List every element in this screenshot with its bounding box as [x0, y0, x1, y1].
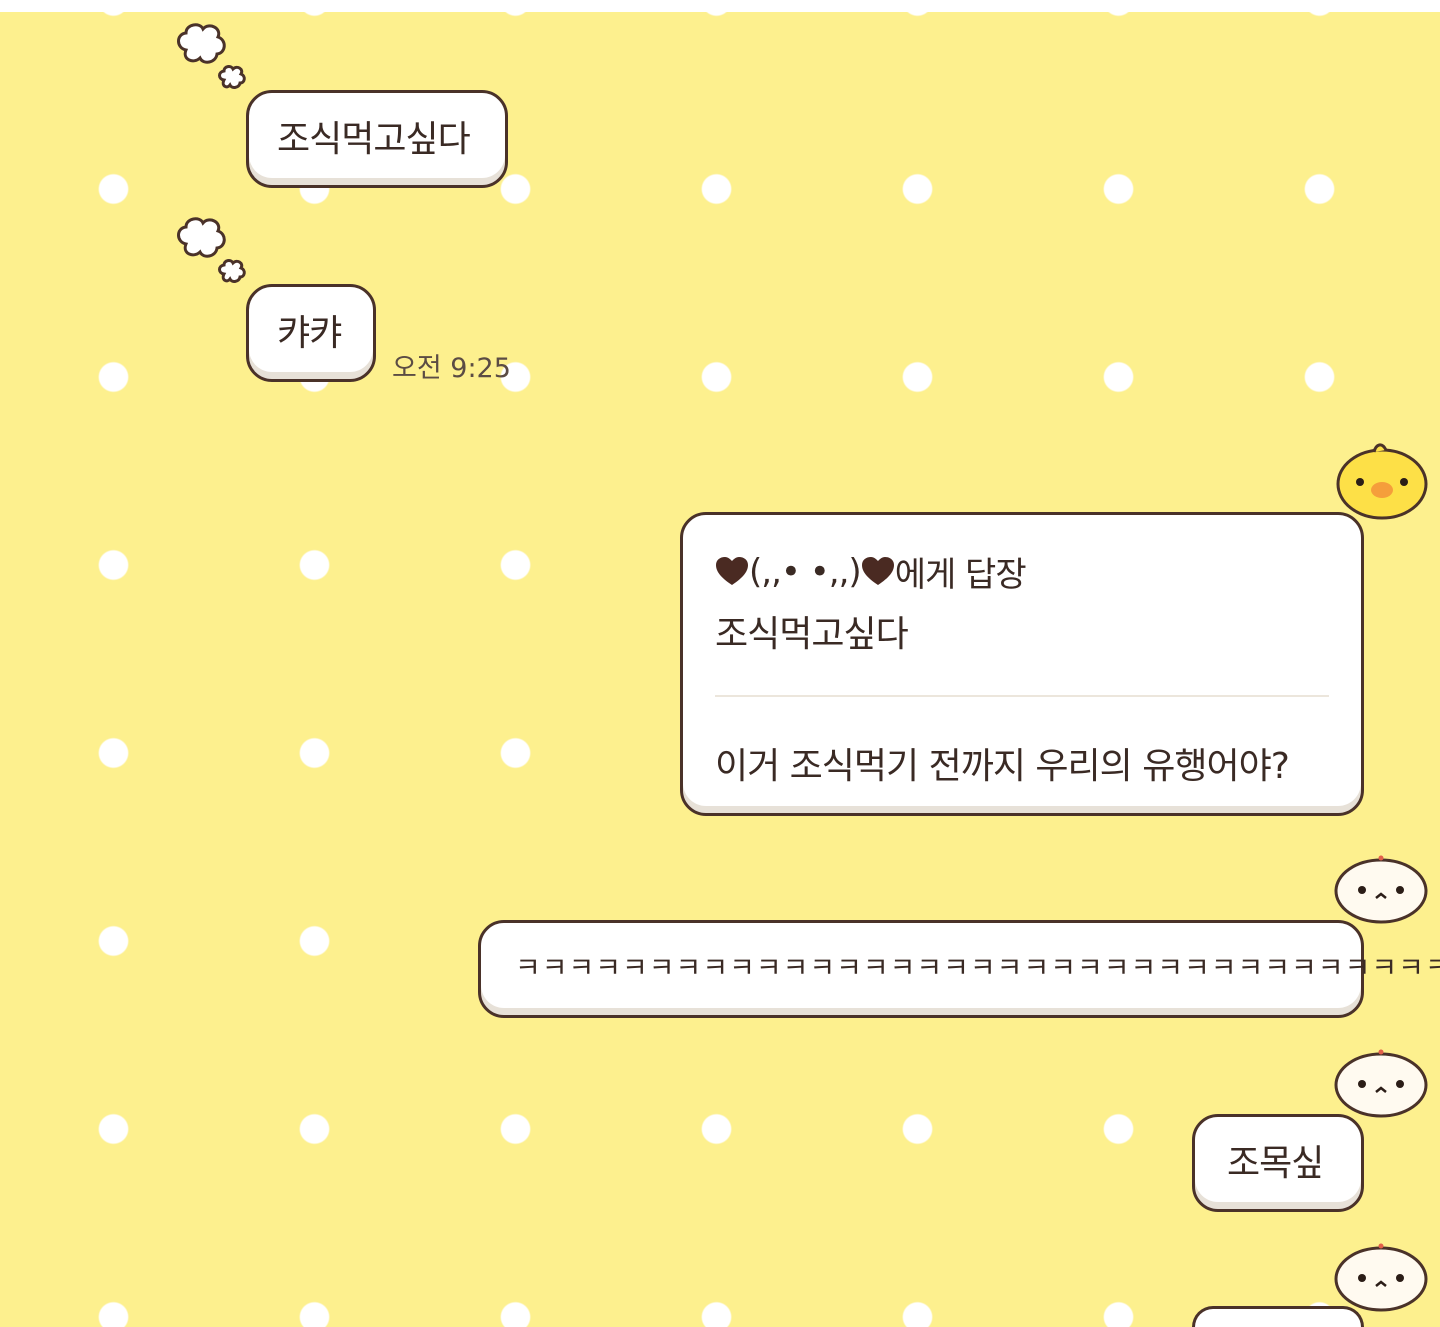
reply-divider [715, 695, 1329, 697]
thought-cloud-icon [177, 23, 246, 89]
message-text: 조식먹고싶다 [277, 119, 471, 160]
outgoing-message-bubble[interactable]: ㅋㅋㅋㅋㅋㅋㅋㅋㅋㅋㅋㅋㅋㅋㅋㅋㅋㅋㅋㅋㅋㅋㅋㅋㅋㅋㅋㅋㅋㅋㅋㅋㅋㅋㅋ [478, 920, 1440, 1018]
chick-avatar-icon[interactable] [1334, 436, 1430, 522]
reply-text: 이거 조식먹기 전까지 우리의 유행어야? [715, 746, 1290, 787]
message-timestamp: 오전 9:25 [392, 353, 511, 384]
message-text: ㅋㅋㅋㅋㅋㅋㅋㅋㅋㅋㅋㅋㅋㅋㅋㅋㅋㅋㅋㅋㅋㅋㅋㅋㅋㅋㅋㅋㅋㅋㅋㅋㅋㅋㅋ [515, 951, 1440, 984]
dumpling-avatar-icon[interactable] [1332, 1042, 1430, 1120]
chat-screen: 조식먹고싶다 캬캬 오전 9:25 (,,• •,,) 에게 답장 조식먹고싶다… [0, 0, 1440, 1327]
outgoing-message-bubble[interactable]: 조목싶 [1192, 1114, 1364, 1212]
incoming-message-bubble[interactable]: 캬캬 [246, 284, 376, 382]
thought-cloud-icon [177, 217, 246, 283]
message-text: 조목싶 [1227, 1143, 1324, 1184]
dumpling-avatar-icon[interactable] [1332, 848, 1430, 926]
reply-target-name: (,,• •,,) [749, 551, 862, 592]
dumpling-avatar-icon[interactable] [1332, 1236, 1430, 1314]
top-edge [0, 0, 1440, 12]
quoted-message: 조식먹고싶다 [715, 614, 909, 655]
message-text: 캬캬 [277, 313, 342, 354]
heart-icon [716, 556, 748, 585]
reply-message-bubble[interactable]: (,,• •,,) 에게 답장 조식먹고싶다 이거 조식먹기 전까지 우리의 유… [680, 512, 1364, 816]
reply-header: (,,• •,,) 에게 답장 [715, 547, 1027, 596]
outgoing-message-bubble[interactable] [1192, 1306, 1364, 1327]
heart-icon [861, 556, 894, 585]
incoming-message-bubble[interactable]: 조식먹고싶다 [246, 90, 508, 188]
reply-label: 에게 답장 [894, 555, 1027, 595]
